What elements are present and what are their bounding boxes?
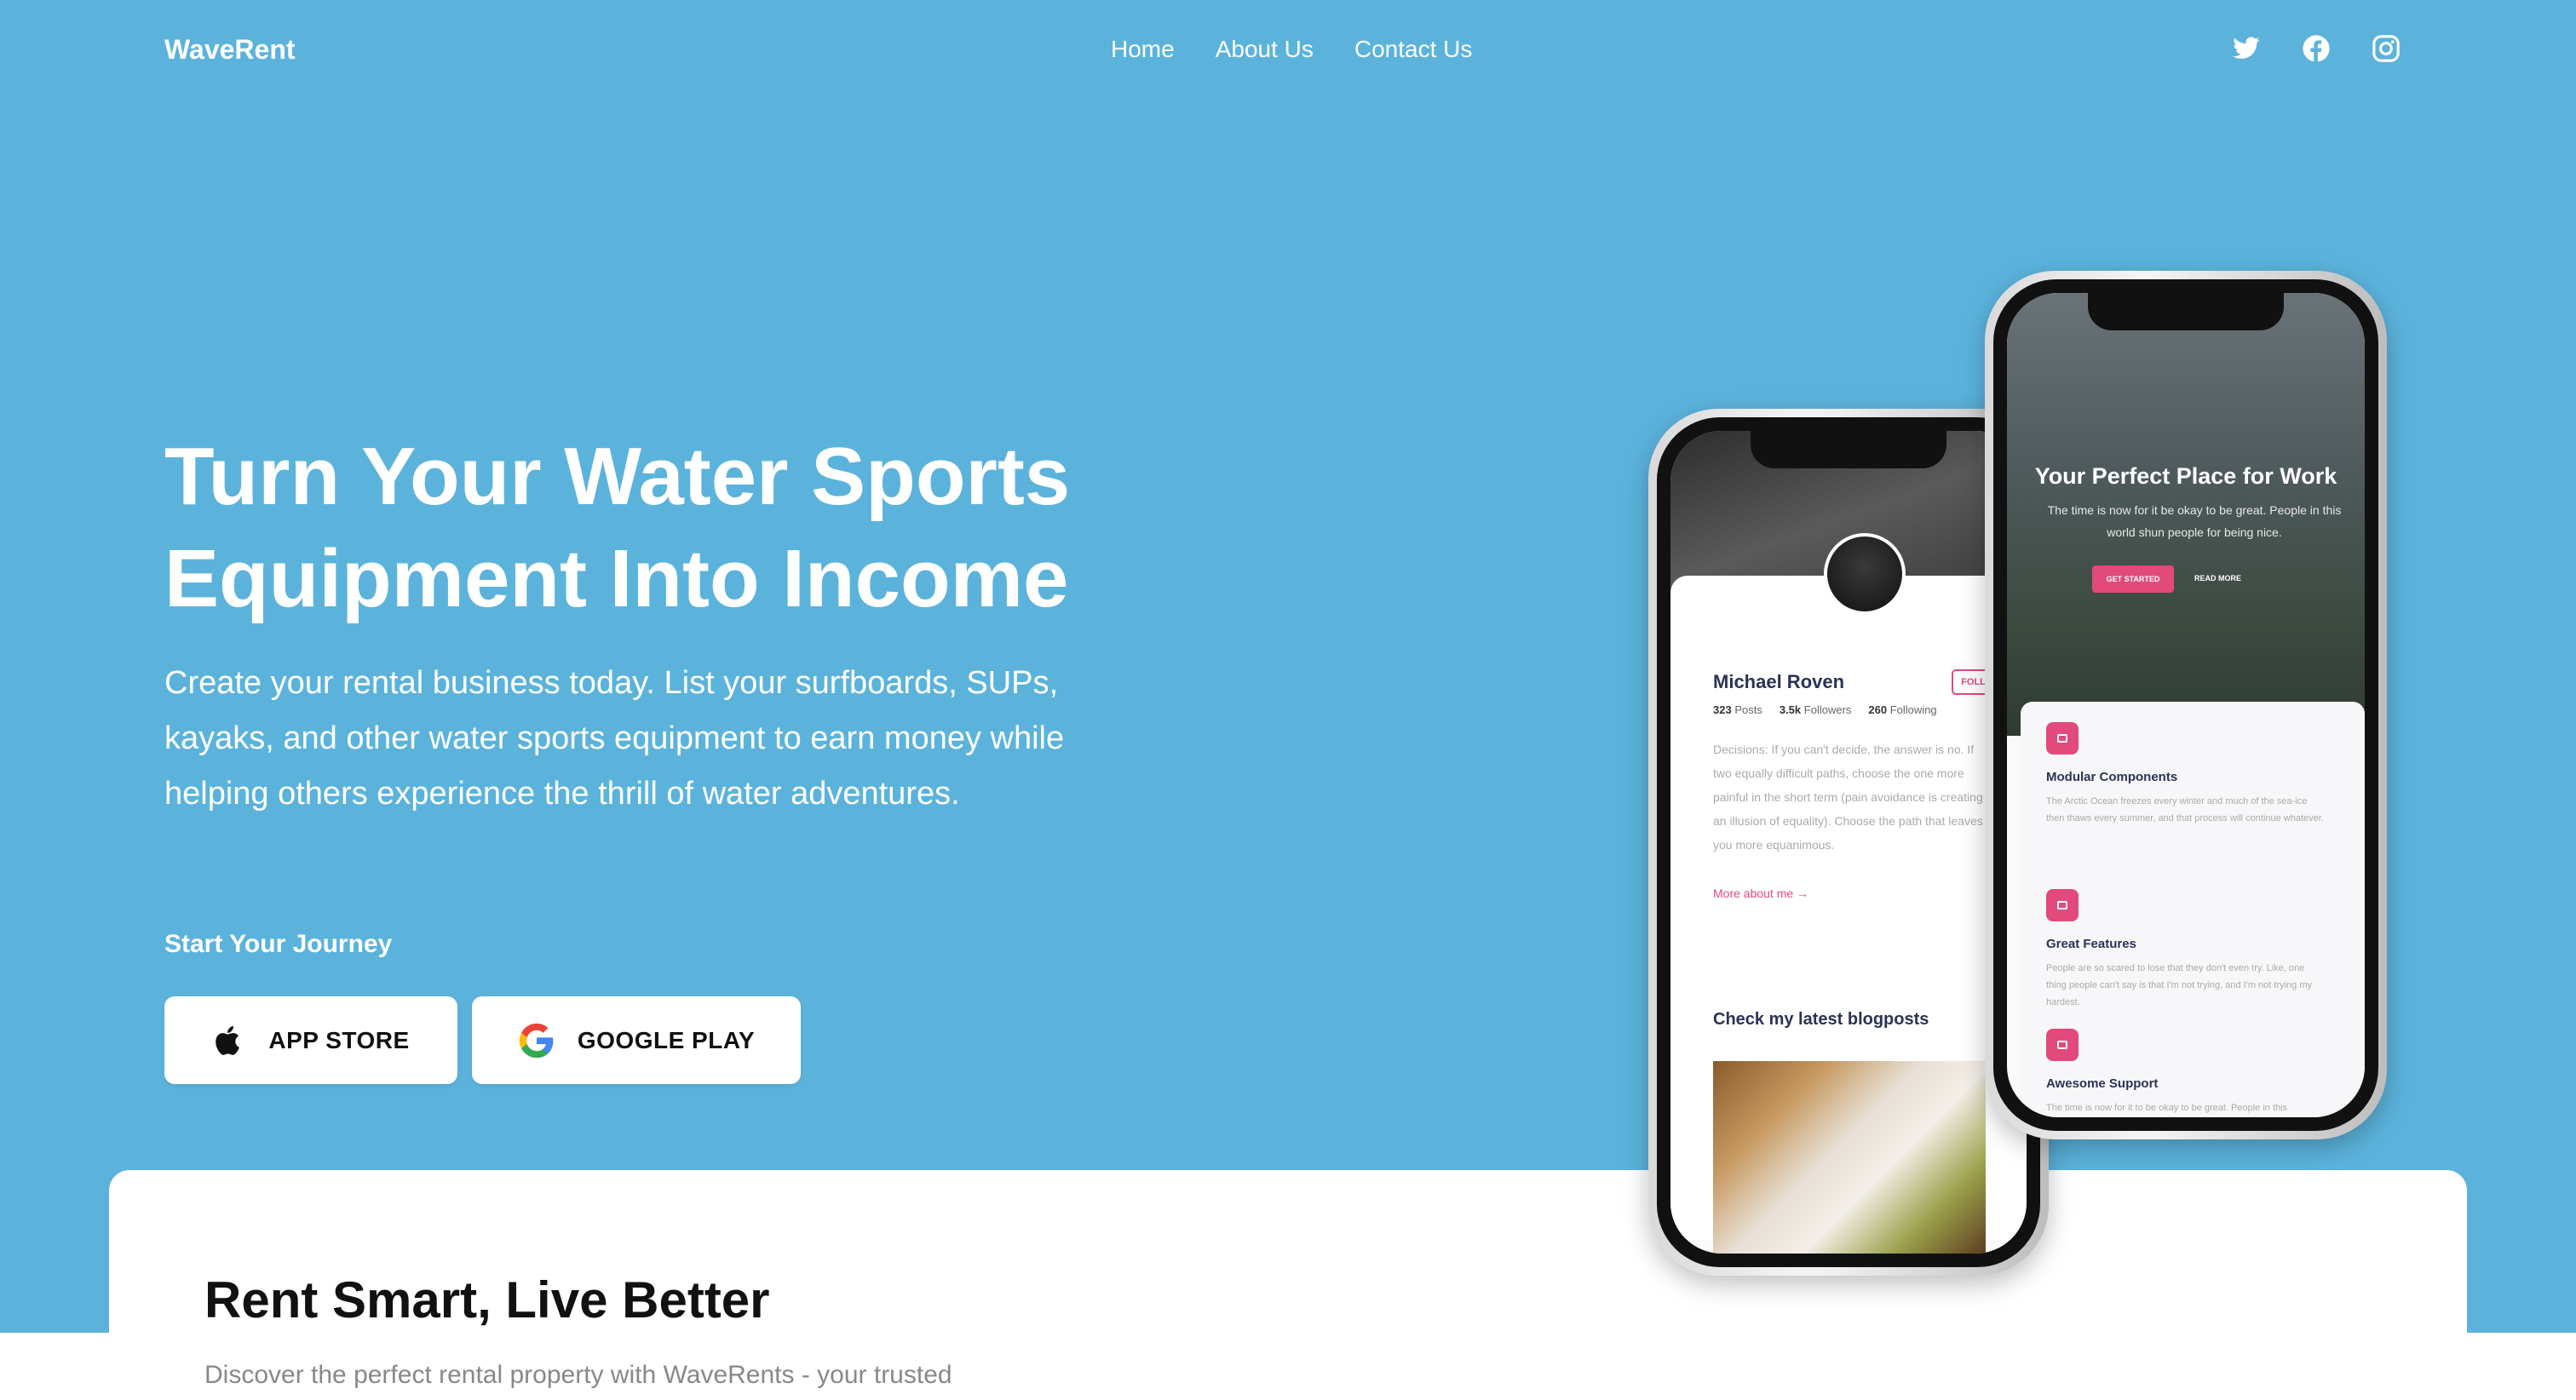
profile-name: Michael Roven — [1713, 671, 1845, 692]
apple-icon — [212, 1022, 246, 1059]
main-nav: Home About Us Contact Us — [1111, 36, 1472, 63]
blog-heading: Check my latest blogposts — [1713, 1010, 1929, 1029]
feature-item: Modular Components The Arctic Ocean free… — [2046, 722, 2327, 827]
brand-logo[interactable]: WaveRent — [164, 34, 296, 66]
nav-about-link[interactable]: About Us — [1216, 36, 1314, 63]
features-panel: Modular Components The Arctic Ocean free… — [2021, 702, 2365, 1117]
screen-title: Your Perfect Place for Work — [2034, 463, 2337, 489]
hero-headline: Turn Your Water Sports Equipment Into In… — [164, 426, 1229, 630]
social-links — [2232, 34, 2401, 63]
landing-screen: Your Perfect Place for Work The time is … — [2007, 293, 2365, 1117]
phone-mockup-landing: Your Perfect Place for Work The time is … — [1985, 271, 2387, 1139]
google-icon — [518, 1022, 555, 1059]
google-play-label: GOOGLE PLAY — [577, 1026, 756, 1053]
section-text: Discover the perfect rental property wit… — [204, 1361, 952, 1389]
profile-bio: Decisions: If you can't decide, the answ… — [1713, 743, 1983, 852]
feature-item: Great Features People are so scared to l… — [2046, 889, 2327, 1011]
more-about-link: More about me → — [1713, 886, 1809, 900]
get-started-button: GET STARTED — [2092, 565, 2174, 593]
feature-icon — [2046, 889, 2079, 921]
profile-screen: Michael Roven FOLLOW 323 Posts 3.5k Foll… — [1670, 431, 2027, 1254]
app-store-label: APP STORE — [268, 1026, 410, 1053]
feature-item: Awesome Support The time is now for it t… — [2046, 1029, 2327, 1116]
feature-icon — [2046, 722, 2079, 755]
google-play-button[interactable]: GOOGLE PLAY — [472, 996, 801, 1084]
phone-notch — [2088, 293, 2284, 330]
app-store-button[interactable]: APP STORE — [164, 996, 457, 1084]
nav-home-link[interactable]: Home — [1111, 36, 1175, 63]
avatar — [1824, 533, 1906, 615]
phone-notch — [1751, 431, 1946, 468]
twitter-icon[interactable] — [2232, 34, 2261, 63]
section-title: Rent Smart, Live Better — [204, 1271, 770, 1328]
headline-line-1: Turn Your Water Sports — [164, 431, 1071, 522]
profile-stats: 323 Posts 3.5k Followers 260 Following — [1713, 703, 1937, 716]
facebook-icon[interactable] — [2302, 34, 2331, 63]
cta-label: Start Your Journey — [164, 930, 393, 958]
feature-card: Rent Smart, Live Better Discover the per… — [109, 1170, 2467, 1400]
feature-icon — [2046, 1029, 2079, 1061]
screen-subtitle: The time is now for it be okay to be gre… — [2047, 503, 2342, 539]
headline-line-2: Equipment Into Income — [164, 533, 1069, 624]
hero-subtext: Create your rental business today. List … — [164, 665, 1065, 812]
nav-contact-link[interactable]: Contact Us — [1354, 36, 1473, 63]
read-more-link: READ MORE — [2194, 574, 2242, 582]
blog-photo — [1713, 1061, 1986, 1254]
instagram-icon[interactable] — [2372, 34, 2401, 63]
